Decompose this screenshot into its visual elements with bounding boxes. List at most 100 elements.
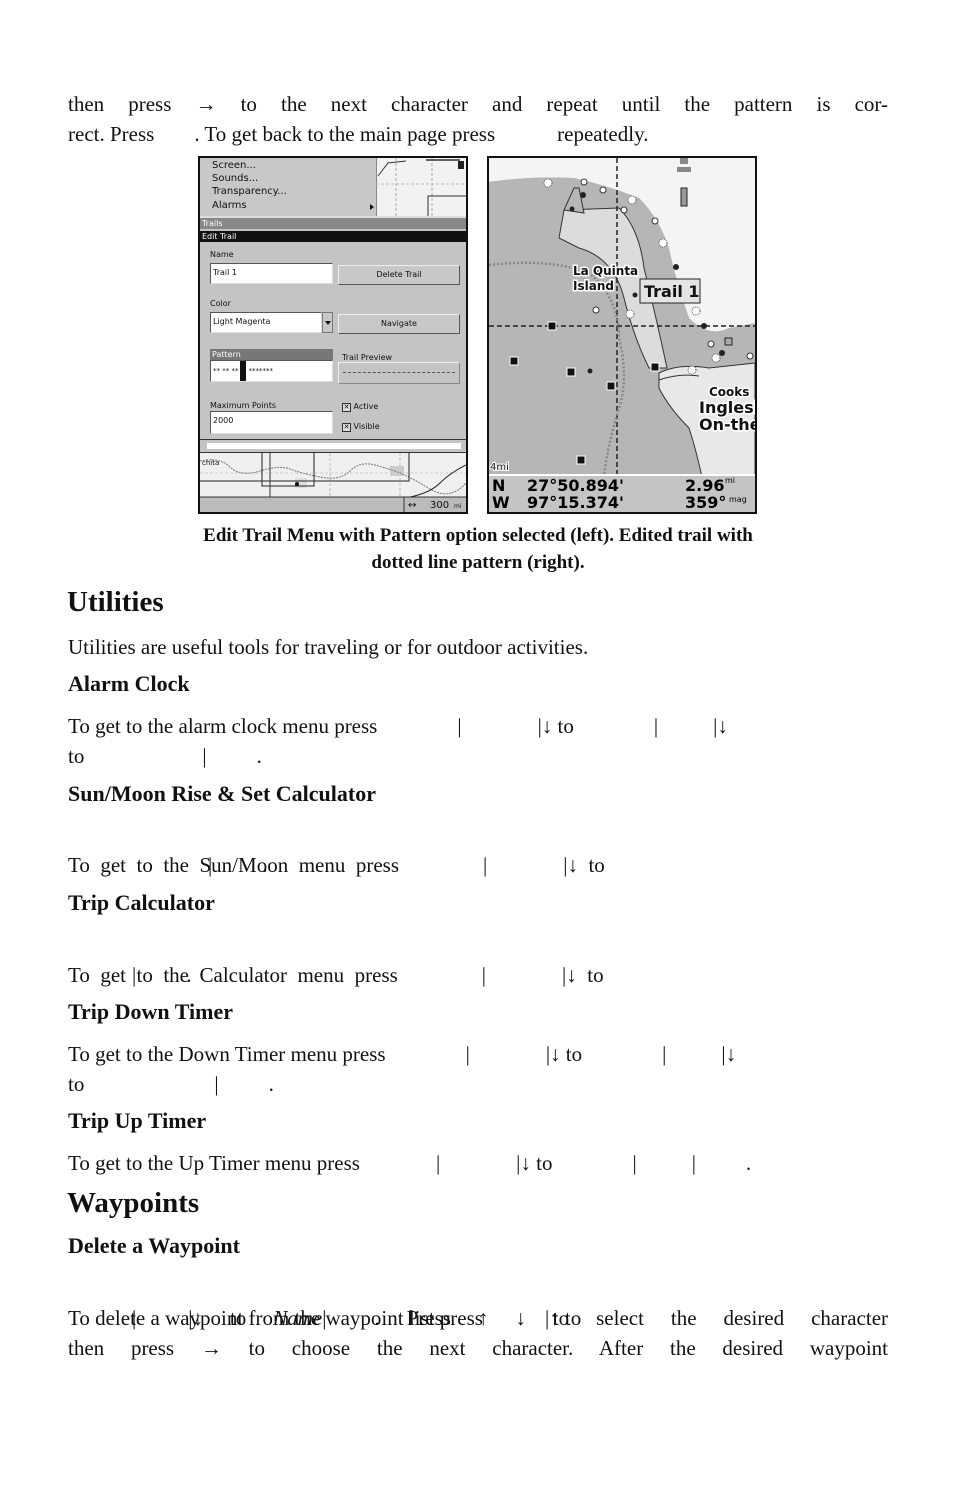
figure-caption-line-1: Edit Trail Menu with Pattern option sele… [203, 525, 753, 546]
name-label: Name [210, 250, 234, 259]
alarm-clock-text: To get to the alarm clock menu press [68, 714, 378, 738]
delete-waypoint-line-2: | |↓ to Name|. Press ↑ ↓ to select the de… [68, 1303, 888, 1333]
trail-label: Trail 1 [644, 282, 700, 301]
separator: | [632, 1151, 637, 1175]
pattern-label: Pattern [210, 349, 333, 360]
separator: | [691, 1151, 696, 1175]
separator: | [322, 1306, 327, 1330]
pattern-input[interactable]: ** ** ** ******* [210, 360, 333, 382]
mini-map-top [376, 158, 466, 216]
name-field-ref: Name [273, 1306, 323, 1330]
delete-waypoint-line-3: then press → to choose the next characte… [68, 1336, 888, 1360]
max-points-input[interactable]: 2000 [210, 411, 333, 434]
checkbox-checked-icon: ✕ [342, 403, 351, 412]
press-text: . Press ↑ ↓ to select the desired charac… [374, 1306, 889, 1330]
active-checkbox[interactable]: ✕ Active [342, 402, 378, 412]
settings-menu: Screen... Sounds... Transparency... Alar… [200, 158, 376, 216]
name-input[interactable]: Trail 1 [210, 263, 333, 284]
checkbox-checked-icon: ✕ [342, 423, 351, 432]
intro-text-b: . To get back to the main page press [194, 122, 496, 146]
bearing-unit: mag [729, 495, 747, 504]
place-label-on-the: On-the [699, 415, 755, 434]
figure-caption-line-2: dotted line pattern (right). [371, 552, 585, 573]
trip-up-timer-heading: Trip Up Timer [68, 1108, 207, 1133]
waypoints-heading: Waypoints [67, 1187, 200, 1219]
mini-map-bottom: chita ↔ 300 mi [200, 453, 466, 512]
bearing-value: 359° [685, 493, 727, 512]
menu-item-screen[interactable]: Screen... [212, 160, 256, 171]
intro-text-c: repeatedly. [557, 122, 649, 146]
alarm-clock-heading: Alarm Clock [68, 671, 190, 696]
waypoint-icon[interactable] [566, 367, 576, 377]
waypoint-icon[interactable] [606, 381, 616, 391]
trip-down-timer-line-1: To get to the Down Timer menu press | | ↓ t… [68, 1039, 888, 1069]
pattern-rest: ******* [248, 367, 273, 375]
menu-item-transparency[interactable]: Transparency... [212, 186, 287, 197]
down-arrow-to: ↓ to [541, 714, 574, 738]
down-arrow-to: ↓ to [550, 1042, 583, 1066]
sun-moon-line-2: |. [68, 850, 888, 880]
intro-text-a: rect. Press [68, 122, 155, 146]
visible-checkbox[interactable]: ✕ Visible [342, 422, 380, 432]
trail-map-screen: La Quinta Island Trail 1 Cooks Inglesi O… [487, 156, 757, 514]
period: . [262, 853, 268, 877]
trails-header: Trails [200, 218, 466, 229]
active-label: Active [353, 402, 379, 411]
waypoint-icon[interactable] [509, 356, 519, 366]
alarm-clock-line-2: to |. [68, 741, 888, 771]
separator: | [653, 714, 659, 738]
trail-preview [338, 362, 460, 384]
separator: | [208, 853, 213, 877]
intro-line-2: rect. Press . To get back to the main pag… [68, 119, 888, 149]
period: . [256, 744, 262, 768]
scroll-track[interactable] [207, 443, 461, 449]
down-arrow-to: ↓ to [192, 1306, 247, 1330]
color-select[interactable]: Light Magenta [210, 312, 322, 333]
trail-preview-label: Trail Preview [342, 353, 393, 362]
separator: | [214, 1072, 219, 1096]
lon-hemisphere: W [492, 493, 510, 512]
trail-label-box[interactable]: Trail 1 [639, 278, 701, 304]
chevron-down-icon [325, 321, 331, 325]
separator: | [132, 963, 137, 987]
menu-item-alarms[interactable]: Alarms [212, 200, 247, 211]
separator: | [435, 1151, 441, 1175]
scale-unit: mi [454, 503, 462, 510]
delete-trail-button[interactable]: Delete Trail [338, 265, 460, 285]
trip-up-timer-line-1: To get to the Up Timer menu press | | ↓ to |… [68, 1148, 888, 1178]
waypoint-icon[interactable] [547, 321, 557, 331]
pattern-value: ** ** ** [213, 367, 239, 375]
visible-label: Visible [353, 422, 380, 431]
to-text: to [68, 744, 85, 768]
period: . [268, 1072, 274, 1096]
waypoint-icon[interactable] [576, 455, 586, 465]
color-label: Color [210, 299, 231, 308]
down-arrow-to: ↓ to [520, 1151, 553, 1175]
utilities-heading: Utilities [67, 586, 164, 618]
menu-item-sounds[interactable]: Sounds... [212, 173, 258, 184]
separator: | [465, 1042, 470, 1066]
trip-down-timer-line-2: to |. [68, 1069, 888, 1099]
separator: | [662, 1042, 667, 1066]
period: . [186, 963, 192, 987]
sun-moon-heading: Sun/Moon Rise & Set Calculator [68, 781, 376, 806]
color-dropdown-button[interactable] [322, 312, 333, 333]
separator: | [202, 744, 207, 768]
delete-waypoint-heading: Delete a Waypoint [68, 1233, 240, 1258]
scale-value: 300 [430, 500, 449, 511]
scale-arrow-icon: ↔ [408, 500, 416, 511]
trail-preview-line [343, 372, 455, 373]
waypoint-icon[interactable] [650, 362, 660, 372]
map-place-label: chita [202, 459, 219, 467]
pattern-cursor [240, 361, 247, 381]
down-arrow-icon: ↓ [725, 1042, 737, 1066]
navigate-button[interactable]: Navigate [338, 314, 460, 334]
down-arrow-icon: ↓ [717, 714, 728, 738]
edit-trail-screen: Screen... Sounds... Transparency... Alar… [198, 156, 468, 514]
edit-trail-header: Edit Trail [200, 231, 466, 242]
trail-map[interactable]: La Quinta Island Trail 1 Cooks Inglesi O… [489, 158, 755, 512]
trip-down-timer-heading: Trip Down Timer [68, 999, 234, 1024]
alarm-clock-line-1: To get to the alarm clock menu press | | ↓ … [68, 711, 888, 741]
place-label-cooks: Cooks [709, 385, 749, 399]
longitude-value: 97°15.374' [527, 493, 624, 512]
